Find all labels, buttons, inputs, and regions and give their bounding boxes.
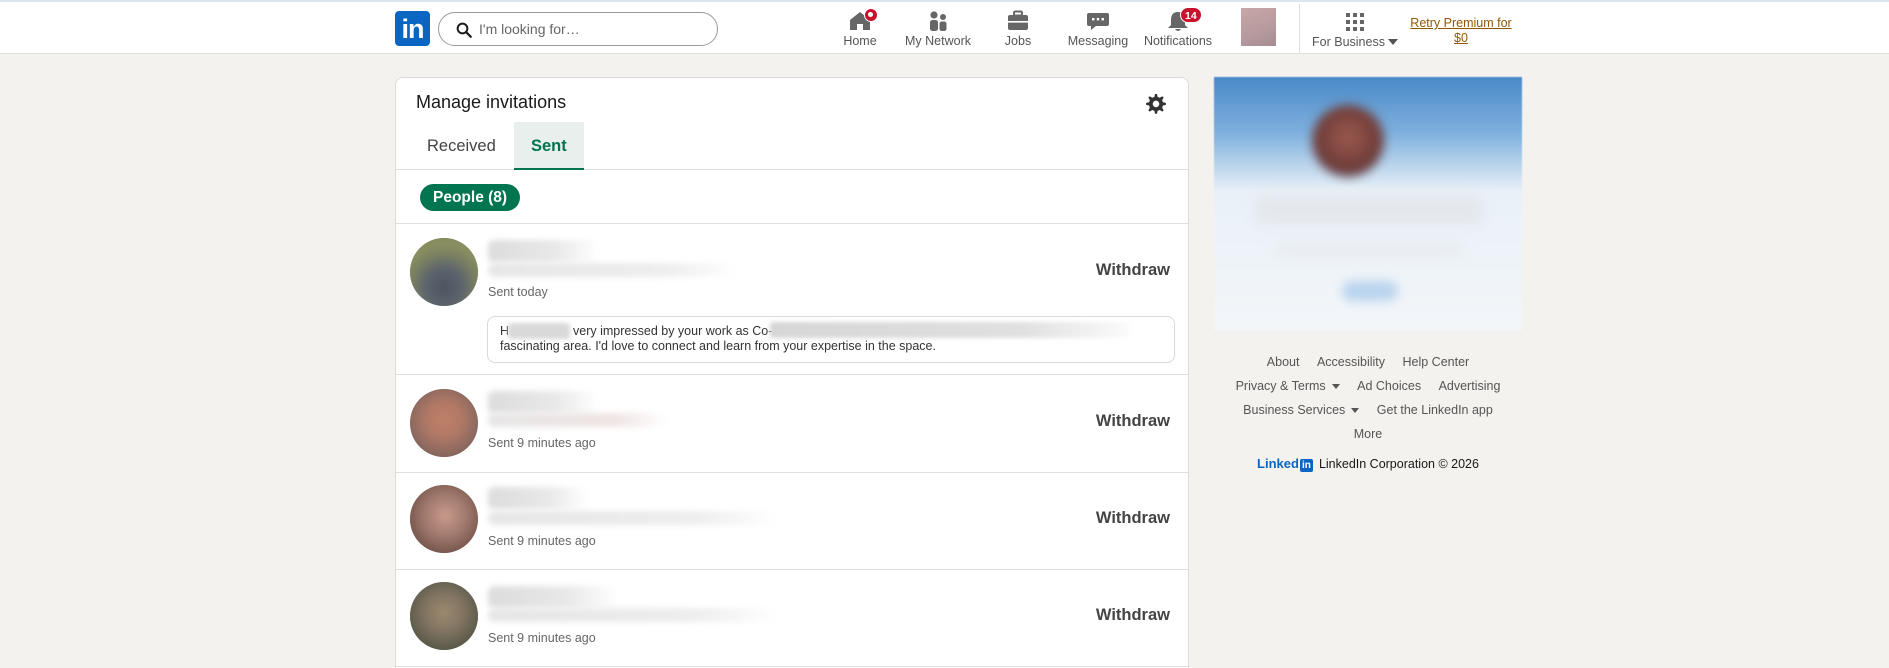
person-headline-redacted [488,413,668,427]
invitation-row: Sent 9 minutes ago Withdraw [396,473,1188,570]
ad-button-redacted[interactable] [1342,281,1398,301]
home-notification-dot [864,8,878,22]
linkedin-logo[interactable]: in [395,11,430,46]
invitation-row: Sent today Withdraw Hvery impressed by y… [396,224,1188,375]
briefcase-icon [1008,10,1028,30]
footer-link-accessibility[interactable]: Accessibility [1317,355,1385,369]
avatar[interactable] [410,389,478,457]
for-business-menu[interactable]: For Business [1310,10,1400,49]
linkedin-logo-small: in [1299,459,1313,472]
nav-jobs-label: Jobs [1004,34,1032,48]
footer-links: About Accessibility Help Center Privacy … [1214,350,1522,472]
page-title: Manage invitations [416,92,567,112]
message-redacted-segment [508,323,570,339]
person-headline-redacted [488,608,778,622]
copyright: Linked in LinkedIn Corporation © 2026 [1214,456,1522,472]
invitation-row: Sent 9 minutes ago Withdraw [396,570,1188,667]
person-headline-redacted [488,263,738,277]
tab-sent[interactable]: Sent [514,122,584,170]
nav-messaging[interactable]: Messaging [1066,10,1130,52]
nav-my-network-label: My Network [905,34,971,48]
message-text-mid: very impressed by your work as Co- [573,324,773,338]
invitation-message: Hvery impressed by your work as Co- fasc… [487,316,1175,363]
for-business-label: For Business [1312,35,1385,49]
ad-avatar [1312,105,1384,177]
sent-timestamp: Sent 9 minutes ago [488,436,596,450]
withdraw-button[interactable]: Withdraw [1096,509,1170,528]
ad-banner-blurred[interactable] [1214,77,1522,331]
filter-row: People (8) [396,170,1188,224]
nav-divider [1299,4,1300,54]
chevron-down-icon [1387,39,1398,45]
nav-my-network[interactable]: My Network [900,10,976,52]
footer-link-ad-choices[interactable]: Ad Choices [1357,379,1421,393]
manage-invitations-card: Manage invitations Received Sent People … [395,77,1189,668]
privacy-terms-label: Privacy & Terms [1235,379,1326,393]
person-name-redacted[interactable] [488,240,598,262]
withdraw-button[interactable]: Withdraw [1096,261,1170,280]
linkedin-wordmark: Linked [1257,456,1299,471]
withdraw-button[interactable]: Withdraw [1096,606,1170,625]
nav-home[interactable]: Home [840,8,880,52]
invitation-row: Sent 9 minutes ago Withdraw [396,375,1188,473]
nav-messaging-label: Messaging [1067,34,1129,48]
messaging-icon [1087,13,1109,30]
footer-link-more[interactable]: More [1354,427,1382,441]
top-navigation-bar: in Home My Network [0,0,1889,54]
nav-notifications[interactable]: 14 Notifications [1140,7,1216,52]
search-icon [456,22,472,38]
chevron-down-icon [1331,384,1340,389]
footer-link-advertising[interactable]: Advertising [1439,379,1501,393]
tab-received[interactable]: Received [410,122,513,170]
invitation-tabs: Received Sent [396,122,1188,170]
footer-link-help-center[interactable]: Help Center [1403,355,1470,369]
footer-link-get-app[interactable]: Get the LinkedIn app [1377,403,1493,417]
grid-icon [1346,13,1364,31]
retry-premium-link[interactable]: Retry Premium for $0 [1405,16,1517,46]
message-redacted-segment [770,322,1130,338]
avatar[interactable] [410,485,478,553]
nav-jobs[interactable]: Jobs [998,10,1038,52]
footer-link-privacy-terms[interactable]: Privacy & Terms [1236,379,1340,393]
people-filter-pill[interactable]: People (8) [420,184,521,211]
search-box[interactable] [438,12,718,46]
notifications-count-badge: 14 [1180,7,1202,23]
search-input[interactable] [479,18,707,40]
chevron-down-icon [1351,408,1360,413]
avatar[interactable] [410,582,478,650]
network-icon [930,11,947,31]
business-services-label: Business Services [1243,403,1346,417]
profile-avatar[interactable] [1241,8,1276,46]
copyright-text: LinkedIn Corporation © 2026 [1318,457,1479,471]
avatar[interactable] [410,238,478,306]
withdraw-button[interactable]: Withdraw [1096,412,1170,431]
ad-text-redacted [1254,195,1484,225]
footer-link-about[interactable]: About [1267,355,1300,369]
sent-timestamp: Sent today [488,285,548,299]
nav-notifications-label: Notifications [1143,34,1213,48]
message-text-line2: fascinating area. I'd love to connect an… [500,339,936,353]
sent-timestamp: Sent 9 minutes ago [488,631,596,645]
nav-home-label: Home [843,34,877,48]
sent-timestamp: Sent 9 minutes ago [488,534,596,548]
person-name-redacted[interactable] [488,487,588,509]
gear-icon[interactable] [1144,92,1168,116]
person-headline-redacted [488,511,778,525]
person-name-redacted[interactable] [488,391,598,413]
ad-text-redacted [1274,243,1464,257]
footer-link-business-services[interactable]: Business Services [1243,403,1360,417]
person-name-redacted[interactable] [488,586,618,608]
